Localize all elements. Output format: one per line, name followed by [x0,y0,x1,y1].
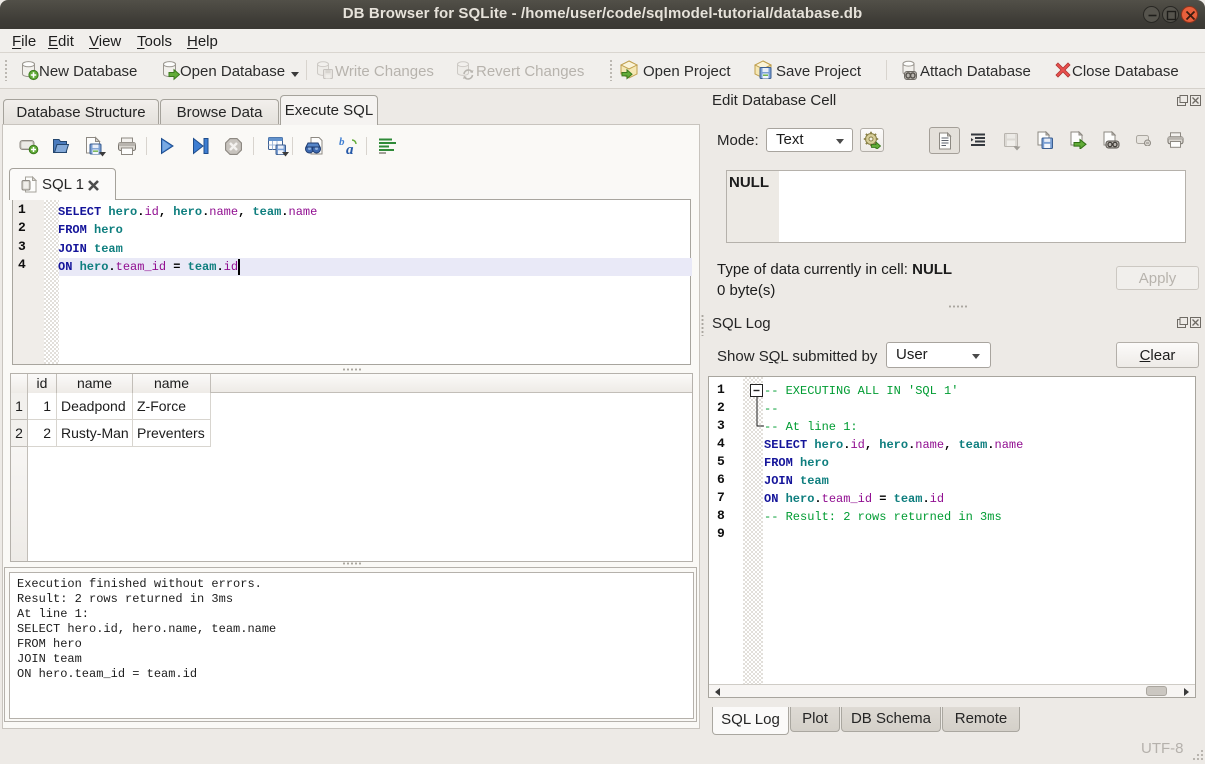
svg-text:b: b [339,136,345,148]
svg-text:a: a [346,142,354,156]
